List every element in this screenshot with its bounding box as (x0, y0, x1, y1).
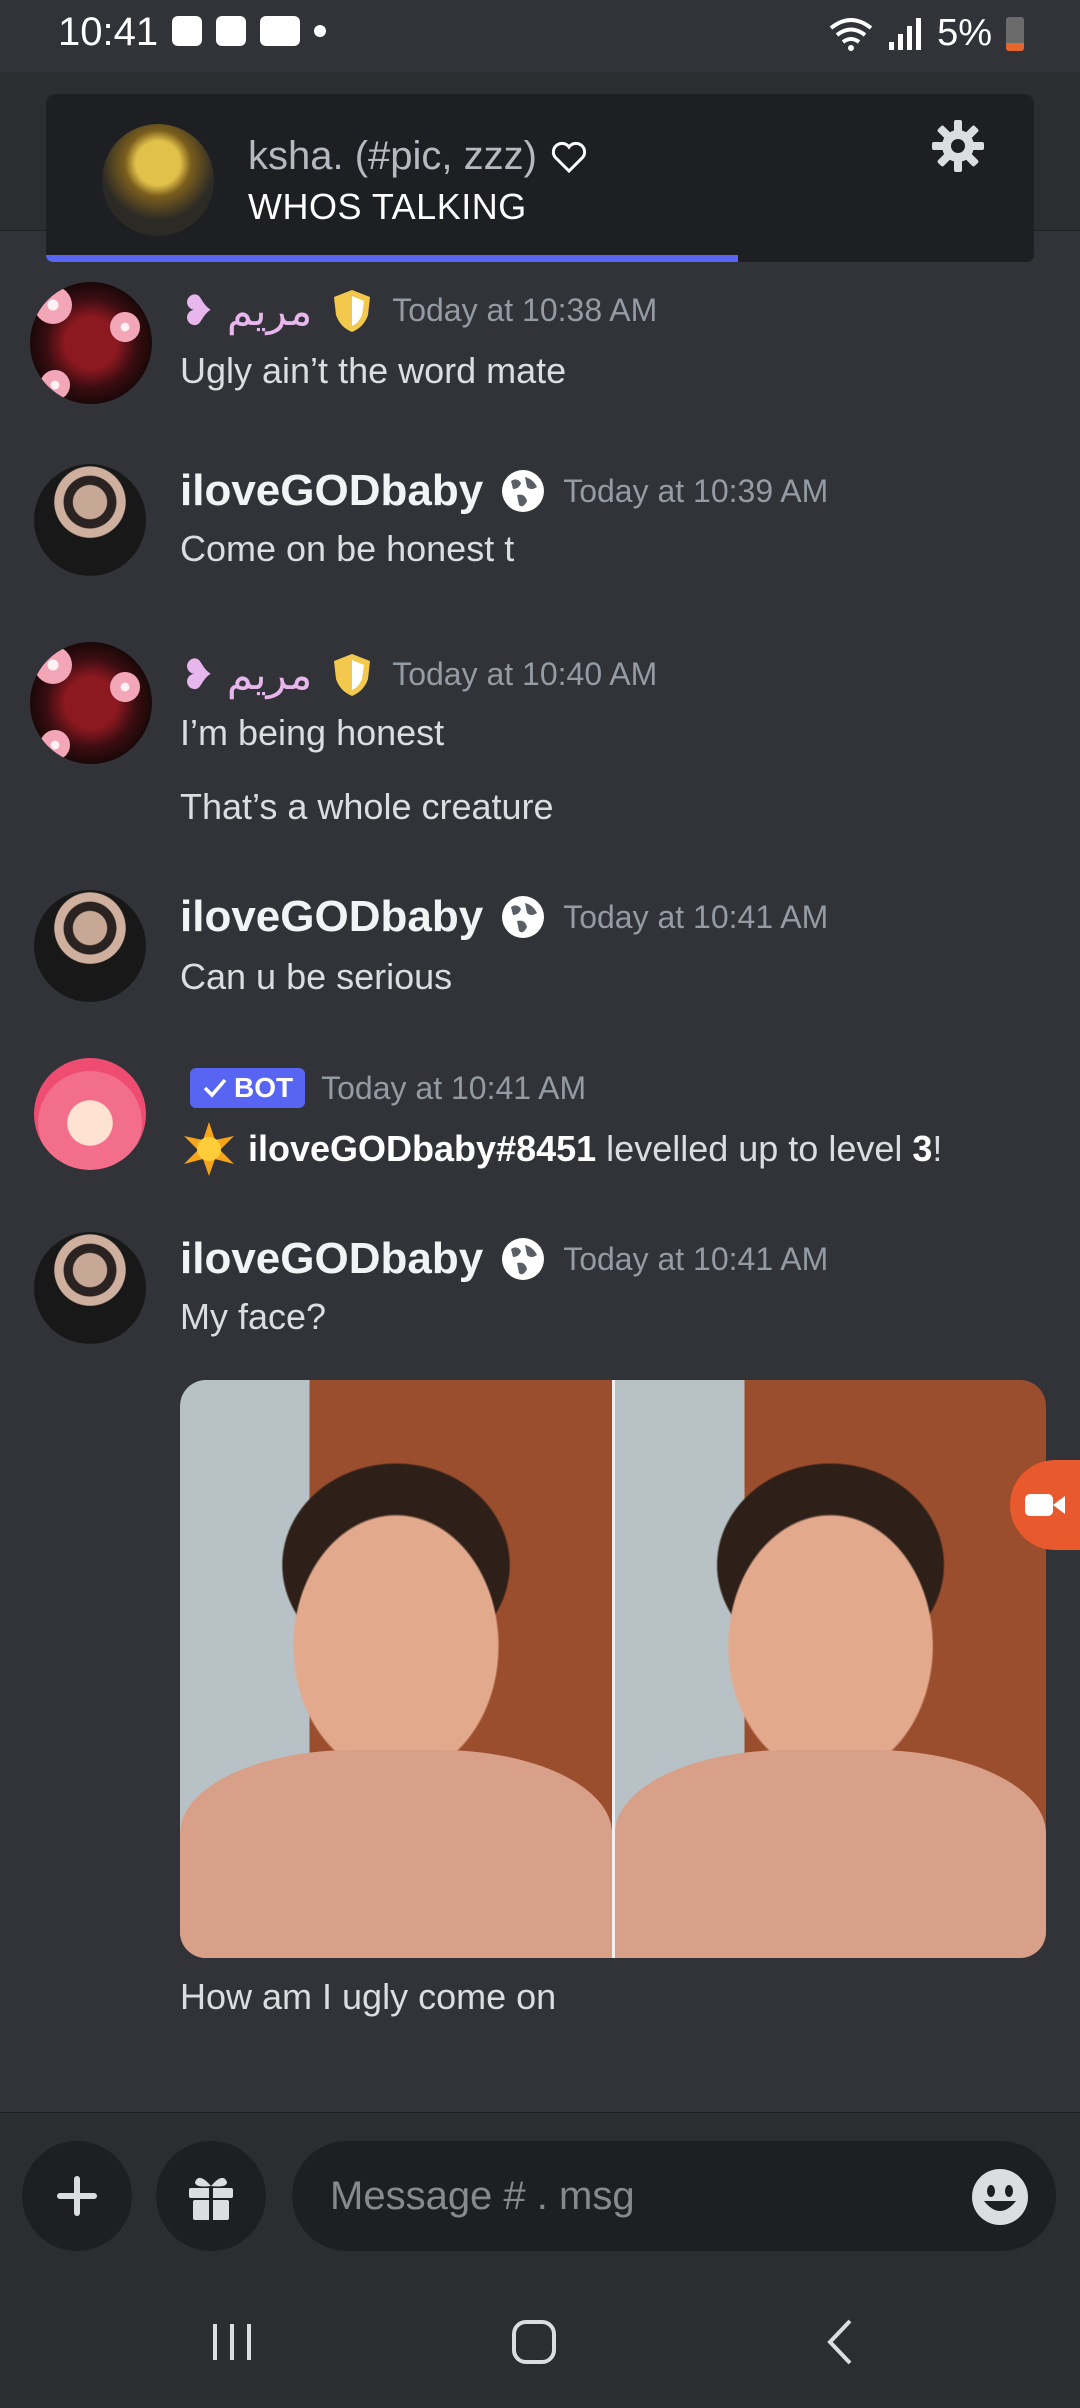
message-composer (0, 2112, 1080, 2273)
level-text-end: ! (932, 1128, 943, 1169)
back-arrow-icon (827, 2319, 852, 2365)
battery-percent: 5% (937, 12, 992, 54)
level-number: 3 (912, 1128, 933, 1169)
author-name[interactable]: ❥ مريم (180, 286, 312, 335)
avatar[interactable] (34, 890, 146, 1002)
gallery-icon (216, 16, 246, 46)
shield-badge-icon (334, 653, 371, 696)
voice-call-card[interactable]: ksha. (#pic, zzz) WHOS TALKING (46, 94, 1034, 262)
author-text: مريم (226, 287, 313, 334)
timestamp: Today at 10:38 AM (392, 292, 658, 328)
heart-icon (551, 141, 587, 173)
home-icon (512, 2320, 556, 2364)
author-name[interactable]: iloveGODbaby (180, 466, 483, 516)
gear-icon[interactable] (930, 118, 986, 174)
message-input[interactable] (328, 2172, 932, 2220)
recent-apps-button[interactable] (192, 2312, 272, 2372)
message-text: iloveGODbaby#8451 levelled up to level 3… (180, 1120, 942, 1178)
call-channel-name: ksha. (#pic, zzz) (248, 134, 589, 179)
globe-icon (502, 1238, 545, 1280)
signal-icon (889, 17, 922, 50)
author-name[interactable]: iloveGODbaby (180, 892, 483, 942)
add-attachment-button[interactable] (22, 2141, 132, 2251)
user-tag[interactable]: iloveGODbaby#8451 (248, 1128, 596, 1169)
emoji-icon[interactable] (970, 2167, 1030, 2227)
timestamp: Today at 10:41 AM (563, 1240, 829, 1277)
battery-icon (1006, 16, 1024, 51)
recents-icon (213, 2324, 251, 2360)
author-text: مريم (226, 651, 313, 698)
message-input-container[interactable] (292, 2141, 1056, 2251)
message-text: How am I ugly come on (180, 1976, 557, 2017)
photo-right[interactable] (614, 1380, 1046, 1958)
call-subtitle: WHOS TALKING (248, 186, 527, 227)
message-text: Ugly ain’t the word mate (180, 350, 567, 391)
avatar[interactable] (34, 464, 146, 576)
back-button[interactable] (800, 2312, 880, 2372)
system-icons: 5% (829, 12, 1024, 55)
home-button[interactable] (494, 2312, 574, 2372)
more-dot-icon (314, 25, 326, 37)
gift-button[interactable] (156, 2141, 266, 2251)
level-text: levelled up to level (596, 1128, 913, 1169)
channel-name-text: ksha. (#pic, zzz) (248, 134, 537, 178)
message-text: My face? (180, 1296, 327, 1337)
globe-icon (502, 470, 545, 512)
message-text: That’s a whole creature (180, 786, 554, 827)
timestamp: Today at 10:41 AM (321, 1069, 587, 1106)
author-name[interactable]: iloveGODbaby (180, 1234, 483, 1284)
timestamp: Today at 10:40 AM (392, 656, 658, 692)
message-text: Come on be honest t (180, 528, 515, 569)
status-bar: 10:41 5% (0, 0, 1080, 72)
photo-left[interactable] (180, 1380, 612, 1958)
video-camera-icon (1025, 1494, 1065, 1516)
check-icon (203, 1078, 227, 1098)
video-icon (260, 16, 300, 46)
wifi-icon (829, 17, 873, 51)
timestamp: Today at 10:41 AM (563, 898, 829, 935)
status-time: 10:41 (58, 10, 159, 54)
call-progress-bar (46, 255, 1034, 262)
globe-icon (502, 896, 545, 938)
star-emoji-icon (184, 1122, 234, 1176)
author-prefix: ❥ (180, 287, 216, 334)
speaker-avatar (102, 124, 214, 236)
avatar[interactable] (30, 282, 152, 404)
avatar[interactable] (34, 1232, 146, 1344)
message-text: I’m being honest (180, 712, 445, 753)
call-progress-fill (46, 255, 738, 262)
bot-badge-label: BOT (234, 1072, 294, 1103)
bot-avatar[interactable] (34, 1058, 146, 1170)
image-attachment[interactable] (180, 1380, 1046, 1958)
system-nav-bar (0, 2272, 1080, 2408)
avatar[interactable] (30, 642, 152, 764)
gift-icon (189, 2177, 233, 2220)
author-prefix: ❥ (180, 651, 216, 698)
timestamp: Today at 10:39 AM (563, 472, 829, 509)
bot-badge: BOT (190, 1068, 306, 1108)
author-name[interactable]: ❥ مريم (180, 650, 312, 699)
alert-icon (172, 16, 202, 46)
shield-badge-icon (334, 289, 371, 332)
notification-icons (172, 16, 326, 46)
message-text: Can u be serious (180, 956, 453, 997)
plus-icon (57, 2176, 97, 2216)
